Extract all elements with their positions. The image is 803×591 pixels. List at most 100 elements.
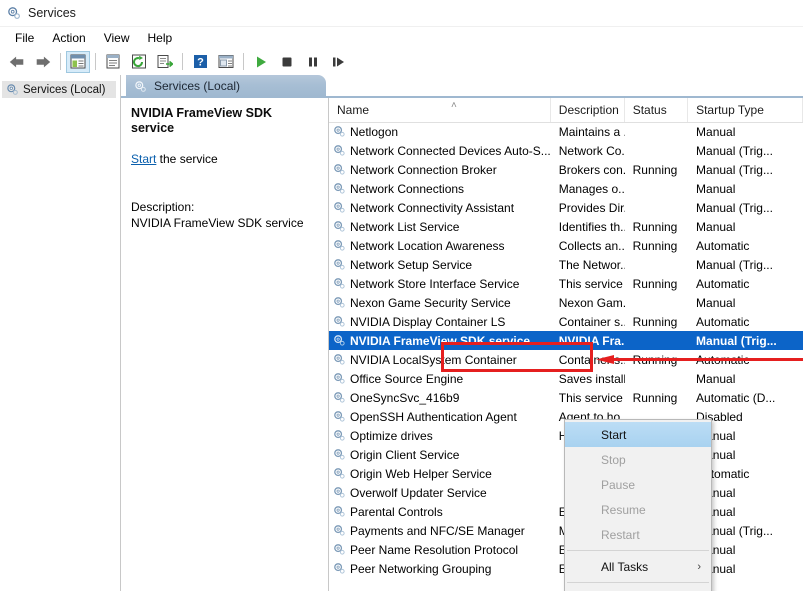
pause-service-icon[interactable] [301,51,325,73]
services-gear-icon [134,80,147,93]
service-name-text: Netlogon [350,125,398,139]
forward-icon[interactable] [31,51,55,73]
table-row[interactable]: Network Store Interface Service This serv… [329,274,803,293]
cell-status: Running [625,220,688,234]
cell-startup-type: Manual (Trig... [688,163,803,177]
table-row[interactable]: Network ConnectionsManages o...Manual [329,179,803,198]
context-menu-item-label: Resume [601,503,646,517]
show-hide-action-pane-icon[interactable] [214,51,238,73]
table-row[interactable]: NVIDIA Display Container LSContainer s..… [329,312,803,331]
column-header-description[interactable]: Description [551,98,625,122]
cell-description: Container s... [551,315,625,329]
tab-services-local[interactable]: Services (Local) [126,75,326,97]
table-row[interactable]: Nexon Game Security ServiceNexon Gam...M… [329,293,803,312]
cell-service-name: Peer Name Resolution Protocol [329,543,551,557]
cell-startup-type: Manual [688,296,803,310]
column-header-status[interactable]: Status [625,98,688,122]
menu-action[interactable]: Action [43,29,94,47]
context-menu-item-restart: Restart [565,522,711,547]
services-gear-icon [333,486,346,499]
column-header-name[interactable]: Name ˄ [329,98,551,122]
content-pane: Services (Local) NVIDIA FrameView SDK se… [121,75,803,591]
main-content: Services (Local) Services (Local) NVI [0,75,803,591]
context-menu-item-label: All Tasks [601,560,648,574]
service-name-text: Parental Controls [350,505,443,519]
cell-description: This service ... [551,277,625,291]
back-icon[interactable] [5,51,29,73]
menu-help[interactable]: Help [139,29,182,47]
cell-service-name: Netlogon [329,125,551,139]
list-column-headers: Name ˄ Description Status Startup Type [329,98,803,123]
table-row[interactable]: Network Setup ServiceThe Networ...Manual… [329,255,803,274]
show-hide-tree-icon[interactable] [66,51,90,73]
cell-service-name: NVIDIA Display Container LS [329,315,551,329]
detail-service-title: NVIDIA FrameView SDK service [131,106,318,136]
window-title: Services [28,6,76,20]
table-row[interactable]: Network Connection BrokerBrokers con...R… [329,160,803,179]
restart-service-icon[interactable] [327,51,351,73]
table-row[interactable]: Network List ServiceIdentifies th...Runn… [329,217,803,236]
table-row[interactable]: NVIDIA LocalSystem ContainerContainer s.… [329,350,803,369]
export-list-icon[interactable] [153,51,177,73]
column-header-startup-type[interactable]: Startup Type [688,98,803,122]
service-name-text: Network Connected Devices Auto-S... [350,144,551,158]
cell-status: Running [625,353,688,367]
service-name-text: Network Store Interface Service [350,277,519,291]
cell-startup-type: Manual (Trig... [688,144,803,158]
service-detail-pane: NVIDIA FrameView SDK service Start the s… [121,98,329,591]
refresh-icon[interactable] [127,51,151,73]
help-icon[interactable]: ? [188,51,212,73]
services-gear-icon [333,239,346,252]
context-menu-item-all-tasks[interactable]: All Tasks› [565,554,711,579]
cell-service-name: Origin Web Helper Service [329,467,551,481]
table-row[interactable]: OneSyncSvc_416b9This service ...RunningA… [329,388,803,407]
services-gear-icon [333,163,346,176]
detail-action-suffix: the service [156,152,217,166]
services-gear-icon [333,296,346,309]
menu-view[interactable]: View [95,29,139,47]
menu-separator [567,582,709,583]
services-gear-icon [333,562,346,575]
service-name-text: Network Setup Service [350,258,472,272]
service-name-text: Peer Name Resolution Protocol [350,543,518,557]
tree-item-services-local[interactable]: Services (Local) [2,81,116,98]
services-gear-icon [7,6,21,20]
table-row[interactable]: NetlogonMaintains a ...Manual [329,122,803,141]
services-gear-icon [333,334,346,347]
table-row[interactable]: Network Connected Devices Auto-S...Netwo… [329,141,803,160]
table-row[interactable]: Network Connectivity AssistantProvides D… [329,198,803,217]
cell-status: Running [625,163,688,177]
context-menu-item-refresh[interactable]: Refresh [565,586,711,591]
services-gear-icon [333,372,346,385]
stop-service-icon[interactable] [275,51,299,73]
menu-file[interactable]: File [6,29,43,47]
service-name-text: Network Connection Broker [350,163,497,177]
context-menu-item-resume: Resume [565,497,711,522]
services-gear-icon [333,524,346,537]
table-row[interactable]: Network Location AwarenessCollects an...… [329,236,803,255]
table-row[interactable]: NVIDIA FrameView SDK serviceNVIDIA Fra..… [329,331,803,350]
toolbar-separator [243,53,244,70]
services-gear-icon [6,83,19,96]
sort-ascending-icon: ˄ [451,100,457,111]
service-name-text: Network List Service [350,220,459,234]
cell-startup-type: Manual [688,220,803,234]
table-row[interactable]: Office Source EngineSaves install...Manu… [329,369,803,388]
context-menu-item-start[interactable]: Start [565,422,711,447]
tab-label: Services (Local) [154,79,240,93]
cell-service-name: Network Connectivity Assistant [329,201,551,215]
cell-service-name: Network Connection Broker [329,163,551,177]
properties-icon[interactable] [101,51,125,73]
cell-description: Manages o... [551,182,625,196]
start-service-icon[interactable] [249,51,273,73]
services-gear-icon [333,315,346,328]
service-name-text: Origin Web Helper Service [350,467,492,481]
start-service-link[interactable]: Start [131,152,156,166]
window-title-bar: Services [0,0,803,27]
toolbar: ? [0,48,803,76]
services-gear-icon [333,201,346,214]
services-gear-icon [333,429,346,442]
detail-action-line: Start the service [131,152,318,166]
cell-service-name: Peer Networking Grouping [329,562,551,576]
cell-service-name: Origin Client Service [329,448,551,462]
